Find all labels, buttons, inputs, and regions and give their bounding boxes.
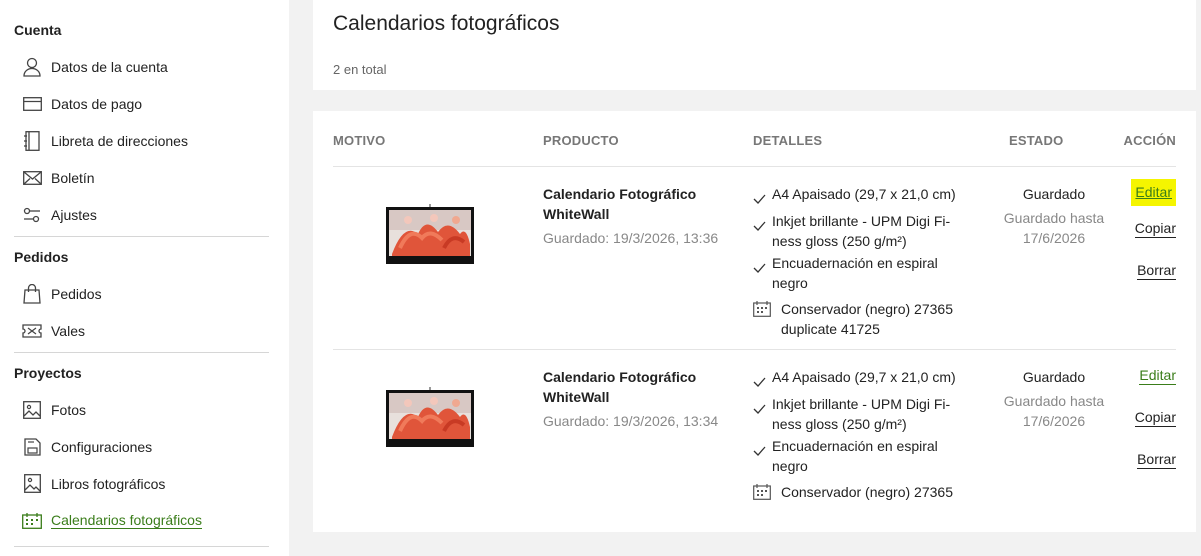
- detail-design-text: Conservador (negro) 27365: [781, 484, 953, 500]
- envelope-icon: [22, 168, 42, 188]
- column-header-motivo: MOTIVO: [333, 133, 386, 148]
- detail-item: Inkjet brillante - UPM Digi Fi-ness glos…: [753, 211, 963, 251]
- check-icon: [753, 211, 772, 236]
- detail-item: Encuadernación en espiral negro: [753, 253, 963, 293]
- status-until: Guardado hasta 17/6/2026: [1003, 210, 1105, 246]
- table-header: MOTIVO PRODUCTO DETALLES ESTADO ACCIÓN: [333, 111, 1176, 167]
- address-book-icon: [22, 130, 42, 151]
- sidebar-item-pedidos[interactable]: Pedidos: [14, 275, 269, 312]
- ticket-icon: [22, 321, 42, 341]
- detail-text: A4 Apaisado (29,7 x 21,0 cm): [772, 186, 956, 202]
- sidebar-item-label: Pedidos: [51, 285, 102, 302]
- column-header-producto: PRODUCTO: [543, 133, 619, 148]
- detail-text: A4 Apaisado (29,7 x 21,0 cm): [772, 369, 956, 385]
- sidebar-item-datos-pago[interactable]: Datos de pago: [14, 85, 269, 122]
- product-name: Calendario Fotográfico WhiteWall: [543, 186, 697, 222]
- sidebar-item-boletin[interactable]: Boletín: [14, 159, 269, 196]
- sidebar-item-label: Boletín: [51, 169, 95, 186]
- check-icon: [753, 184, 772, 209]
- divider: [14, 546, 269, 547]
- page-title: Calendarios fotográficos: [333, 12, 560, 35]
- edit-button[interactable]: Editar: [1131, 179, 1176, 206]
- sidebar-item-fotos[interactable]: Fotos: [14, 391, 269, 428]
- sidebar-item-calendarios[interactable]: Calendarios fotográficos: [14, 502, 269, 539]
- copy-button[interactable]: Copiar: [1134, 220, 1176, 238]
- photobook-icon: [22, 474, 42, 494]
- sidebar-item-vales[interactable]: Vales: [14, 312, 269, 349]
- section-title-cuenta: Cuenta: [14, 22, 62, 38]
- section-title-proyectos: Proyectos: [14, 365, 82, 381]
- card-icon: [22, 94, 42, 114]
- check-icon: [753, 394, 772, 419]
- actions-cell: Editar Copiar Borrar: [1116, 179, 1176, 280]
- save-icon: [22, 437, 42, 457]
- sidebar-item-label: Libreta de direcciones: [51, 132, 188, 149]
- detail-design: Conservador (negro) 27365: [753, 482, 963, 505]
- photo-icon: [22, 400, 42, 420]
- sidebar-item-libreta[interactable]: Libreta de direcciones: [14, 122, 269, 159]
- sidebar-item-libros[interactable]: Libros fotográficos: [14, 465, 269, 502]
- status-text: Guardado: [1022, 186, 1086, 202]
- status-cell: Guardado Guardado hasta 17/6/2026: [983, 184, 1125, 248]
- sidebar-item-label: Fotos: [51, 401, 87, 418]
- status-text: Guardado: [1022, 369, 1086, 385]
- detail-design: Conservador (negro) 27365 duplicate 4172…: [753, 299, 963, 339]
- calendar-icon: [22, 511, 42, 531]
- detail-text: Inkjet brillante - UPM Digi Fi-ness glos…: [772, 213, 951, 249]
- check-icon: [753, 253, 772, 278]
- detail-item: A4 Apaisado (29,7 x 21,0 cm): [753, 184, 963, 209]
- sidebar: Cuenta Datos de la cuenta Datos de pago …: [0, 0, 289, 556]
- product-details: A4 Apaisado (29,7 x 21,0 cm) Inkjet bril…: [753, 367, 963, 505]
- sidebar-item-label: Calendarios fotográficos: [51, 512, 202, 529]
- sidebar-item-label: Vales: [51, 322, 85, 339]
- actions-cell: Editar Copiar Borrar: [1116, 367, 1176, 469]
- product-details: A4 Apaisado (29,7 x 21,0 cm) Inkjet bril…: [753, 184, 963, 339]
- product-saved-date: Guardado: 19/3/2026, 13:36: [543, 230, 719, 246]
- column-header-accion: ACCIÓN: [1123, 133, 1176, 148]
- column-header-estado: ESTADO: [1009, 133, 1064, 148]
- detail-item: Encuadernación en espiral negro: [753, 436, 963, 476]
- calendar-design-icon: [753, 482, 781, 505]
- sidebar-item-label: Libros fotográficos: [51, 475, 166, 492]
- column-header-detalles: DETALLES: [753, 133, 823, 148]
- user-icon: [22, 57, 42, 77]
- table-row: Calendario Fotográfico WhiteWall Guardad…: [333, 167, 1176, 350]
- total-count: 2 en total: [333, 62, 387, 77]
- edit-button[interactable]: Editar: [1139, 367, 1176, 385]
- table-row: Calendario Fotográfico WhiteWall Guardad…: [333, 350, 1176, 533]
- detail-item: Inkjet brillante - UPM Digi Fi-ness glos…: [753, 394, 963, 434]
- calendar-table: MOTIVO PRODUCTO DETALLES ESTADO ACCIÓN C…: [313, 111, 1196, 532]
- calendar-design-icon: [753, 299, 781, 322]
- delete-button[interactable]: Borrar: [1137, 451, 1176, 469]
- delete-button[interactable]: Borrar: [1137, 262, 1176, 280]
- product-saved-date: Guardado: 19/3/2026, 13:34: [543, 413, 719, 429]
- section-title-pedidos: Pedidos: [14, 249, 69, 265]
- sidebar-item-label: Ajustes: [51, 206, 97, 223]
- detail-item: A4 Apaisado (29,7 x 21,0 cm): [753, 367, 963, 392]
- status-until: Guardado hasta 17/6/2026: [1003, 393, 1105, 429]
- copy-button[interactable]: Copiar: [1134, 409, 1176, 427]
- sidebar-item-label: Datos de la cuenta: [51, 58, 168, 75]
- sidebar-item-label: Datos de pago: [51, 95, 143, 112]
- calendar-thumbnail[interactable]: [386, 204, 474, 264]
- sidebar-item-ajustes[interactable]: Ajustes: [14, 196, 269, 233]
- detail-text: Inkjet brillante - UPM Digi Fi-ness glos…: [772, 396, 951, 432]
- bag-icon: [22, 283, 42, 304]
- detail-text: Encuadernación en espiral negro: [772, 438, 938, 474]
- status-cell: Guardado Guardado hasta 17/6/2026: [983, 367, 1125, 431]
- product-name: Calendario Fotográfico WhiteWall: [543, 369, 697, 405]
- detail-text: Encuadernación en espiral negro: [772, 255, 938, 291]
- sidebar-item-configuraciones[interactable]: Configuraciones: [14, 428, 269, 465]
- sidebar-item-datos-cuenta[interactable]: Datos de la cuenta: [14, 48, 269, 85]
- sliders-icon: [22, 205, 42, 225]
- page-header: Calendarios fotográficos 2 en total: [313, 0, 1196, 90]
- check-icon: [753, 367, 772, 392]
- check-icon: [753, 436, 772, 461]
- calendar-thumbnail[interactable]: [386, 387, 474, 447]
- sidebar-item-label: Configuraciones: [51, 438, 153, 455]
- detail-design-text: Conservador (negro) 27365 duplicate 4172…: [781, 301, 953, 337]
